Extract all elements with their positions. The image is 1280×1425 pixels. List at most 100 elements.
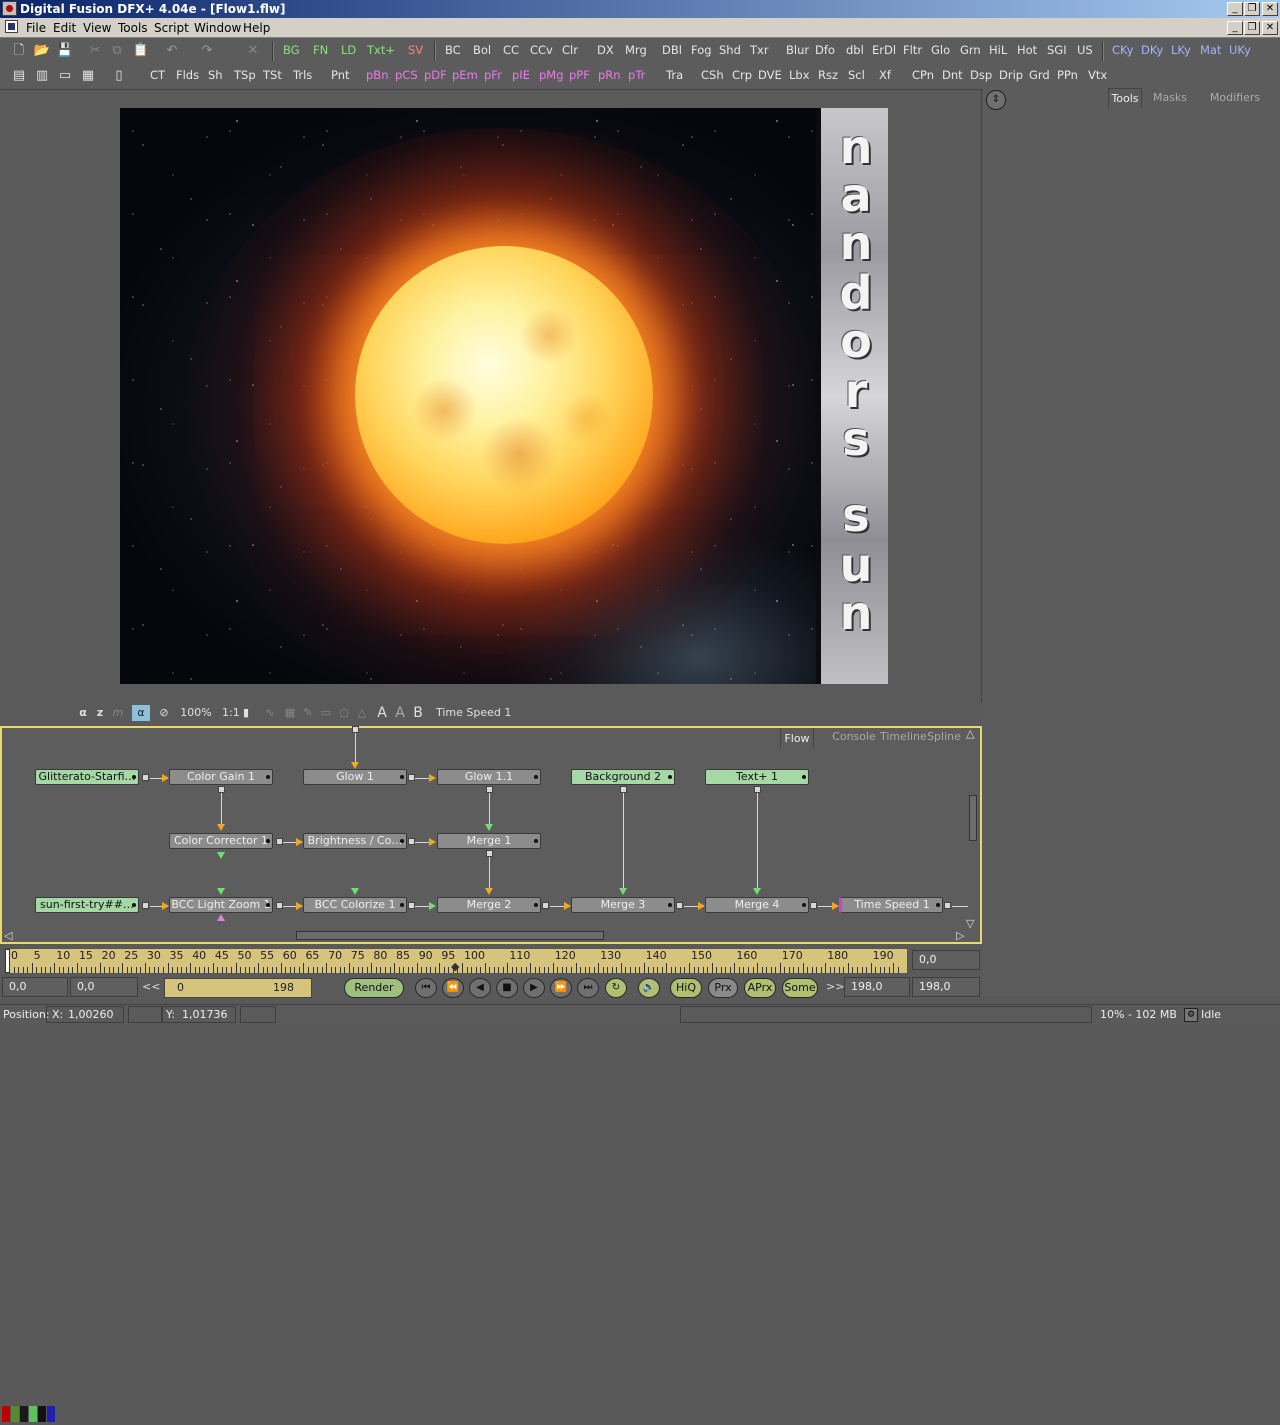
proxy-button[interactable]: Prx	[708, 978, 738, 998]
tool-mrg[interactable]: Mrg	[625, 43, 647, 57]
tool-grn[interactable]: Grn	[960, 43, 981, 57]
tool-pmg[interactable]: pMg	[539, 68, 564, 82]
tool-txt[interactable]: Txt+	[367, 43, 395, 57]
tool-shd[interactable]: Shd	[719, 43, 741, 57]
tool-grd[interactable]: Grd	[1029, 68, 1050, 82]
tab-modifiers[interactable]: Modifiers	[1202, 88, 1268, 108]
menu-tools[interactable]: Tools	[118, 21, 148, 35]
flow-vscroll-thumb[interactable]	[969, 795, 977, 841]
tool-clr[interactable]: Clr	[562, 43, 578, 57]
tool-ccv[interactable]: CCv	[530, 43, 553, 57]
scroll-left-icon[interactable]: ◁	[4, 929, 12, 942]
a-buffer-button[interactable]: A	[374, 705, 390, 721]
layout-3-icon[interactable]: ▭	[56, 67, 74, 85]
tool-ppn[interactable]: PPn	[1057, 68, 1078, 82]
ab-split-button[interactable]: A	[392, 705, 408, 721]
paste-icon[interactable]: 📋	[132, 42, 150, 60]
tool-dve[interactable]: DVE	[758, 68, 782, 82]
tool-pem[interactable]: pEm	[452, 68, 478, 82]
tool-ppf[interactable]: pPF	[569, 68, 590, 82]
node-color-gain[interactable]: Color Gain 1	[169, 769, 273, 785]
scroll-down-icon[interactable]: ▽	[966, 917, 974, 930]
step-back-icon[interactable]: ◀	[469, 978, 491, 998]
tool-fltr[interactable]: Fltr	[903, 43, 922, 57]
expand-collapse-icon[interactable]: ⇕	[986, 90, 1006, 110]
tool-pcs[interactable]: pCS	[395, 68, 418, 82]
render-start-field[interactable]: 0,0	[70, 977, 138, 997]
layout-4-icon[interactable]: ▦	[79, 67, 97, 85]
tool-rsz[interactable]: Rsz	[818, 68, 838, 82]
prev-marker-button[interactable]: <<	[142, 980, 160, 993]
tool-trls[interactable]: Trls	[293, 68, 312, 82]
node-glitterato[interactable]: Glitterato-Starfi…	[35, 769, 139, 785]
save-icon[interactable]: 💾	[56, 42, 74, 60]
tool-lbx[interactable]: Lbx	[789, 68, 810, 82]
layout-1-icon[interactable]: ▤	[10, 67, 28, 85]
layout-2-icon[interactable]: ▥	[33, 67, 51, 85]
channel-swatches[interactable]	[2, 1406, 74, 1422]
undo-icon[interactable]: ↶	[163, 42, 181, 60]
tool-fn[interactable]: FN	[313, 43, 328, 57]
tool-blur[interactable]: Blur	[786, 43, 809, 57]
tool-dfo[interactable]: Dfo	[815, 43, 835, 57]
b-buffer-button[interactable]: B	[410, 705, 426, 721]
tool-sh[interactable]: Sh	[208, 68, 223, 82]
rewind-icon[interactable]: ⏪	[442, 978, 464, 998]
some-button[interactable]: Some	[782, 978, 818, 998]
tool-glo[interactable]: Glo	[931, 43, 950, 57]
tool-tsp[interactable]: TSp	[234, 68, 256, 82]
open-folder-icon[interactable]: 📂	[33, 42, 51, 60]
global-start-field[interactable]: 0,0	[2, 977, 68, 997]
fast-forward-icon[interactable]: ⏩	[550, 978, 572, 998]
node-merge-2[interactable]: Merge 2	[437, 897, 541, 913]
tool-dbl2[interactable]: dbl	[846, 43, 864, 57]
menu-window[interactable]: Window	[194, 21, 241, 35]
z-channel-button[interactable]: z	[93, 705, 107, 721]
menu-script[interactable]: Script	[154, 21, 189, 35]
cut-icon[interactable]: ✂	[86, 42, 104, 60]
menu-edit[interactable]: Edit	[53, 21, 76, 35]
render-end-field[interactable]: 198,0	[844, 977, 910, 997]
stop-icon[interactable]: ■	[496, 978, 518, 998]
next-marker-button[interactable]: >>	[826, 980, 844, 993]
minimize-button[interactable]: _	[1227, 2, 1243, 16]
tool-tra[interactable]: Tra	[666, 68, 683, 82]
node-time-speed[interactable]: Time Speed 1	[839, 897, 943, 913]
lut-icon[interactable]: ⊘	[155, 705, 173, 721]
grid-icon[interactable]: ▦	[282, 705, 298, 721]
node-glow-1[interactable]: Glow 1	[303, 769, 407, 785]
fit-icon[interactable]: ▮	[240, 705, 252, 721]
rectangle-icon[interactable]: ▭	[318, 705, 334, 721]
global-end-field[interactable]: 198,0	[912, 977, 980, 997]
tool-mat[interactable]: Mat	[1200, 43, 1221, 57]
tool-pdf[interactable]: pDF	[424, 68, 447, 82]
panel-icon[interactable]: ▯	[110, 67, 128, 85]
tool-bol[interactable]: Bol	[473, 43, 491, 57]
curve-icon[interactable]: ∿	[262, 705, 278, 721]
tool-sgi[interactable]: SGI	[1047, 43, 1067, 57]
node-text-1[interactable]: Text+ 1	[705, 769, 809, 785]
node-merge-1[interactable]: Merge 1	[437, 833, 541, 849]
menu-file[interactable]: File	[26, 21, 46, 35]
tool-pfr[interactable]: pFr	[484, 68, 502, 82]
tool-sv[interactable]: SV	[408, 43, 423, 57]
tool-crp[interactable]: Crp	[732, 68, 752, 82]
tab-console[interactable]: Console	[828, 726, 880, 746]
delete-icon[interactable]: ✕	[244, 42, 262, 60]
tool-cc[interactable]: CC	[503, 43, 519, 57]
tool-drip[interactable]: Drip	[999, 68, 1023, 82]
tab-timeline[interactable]: Timeline	[880, 726, 927, 746]
flow-hscroll-thumb[interactable]	[296, 931, 604, 940]
tab-flow[interactable]: Flow	[780, 728, 814, 748]
tool-ct[interactable]: CT	[150, 68, 165, 82]
tool-tst[interactable]: TSt	[263, 68, 282, 82]
range-slider[interactable]: 0 198	[164, 978, 312, 998]
app-icon[interactable]	[2, 1, 17, 16]
tool-us[interactable]: US	[1077, 43, 1093, 57]
current-time-field[interactable]: 0,0	[912, 950, 980, 970]
alpha-toggle-button[interactable]: α	[132, 705, 150, 721]
ratio-button[interactable]: 1:1	[222, 705, 240, 721]
tool-cky[interactable]: CKy	[1112, 43, 1134, 57]
doc-restore-button[interactable]: ❐	[1244, 21, 1260, 35]
scroll-up-icon[interactable]: △	[966, 727, 974, 740]
